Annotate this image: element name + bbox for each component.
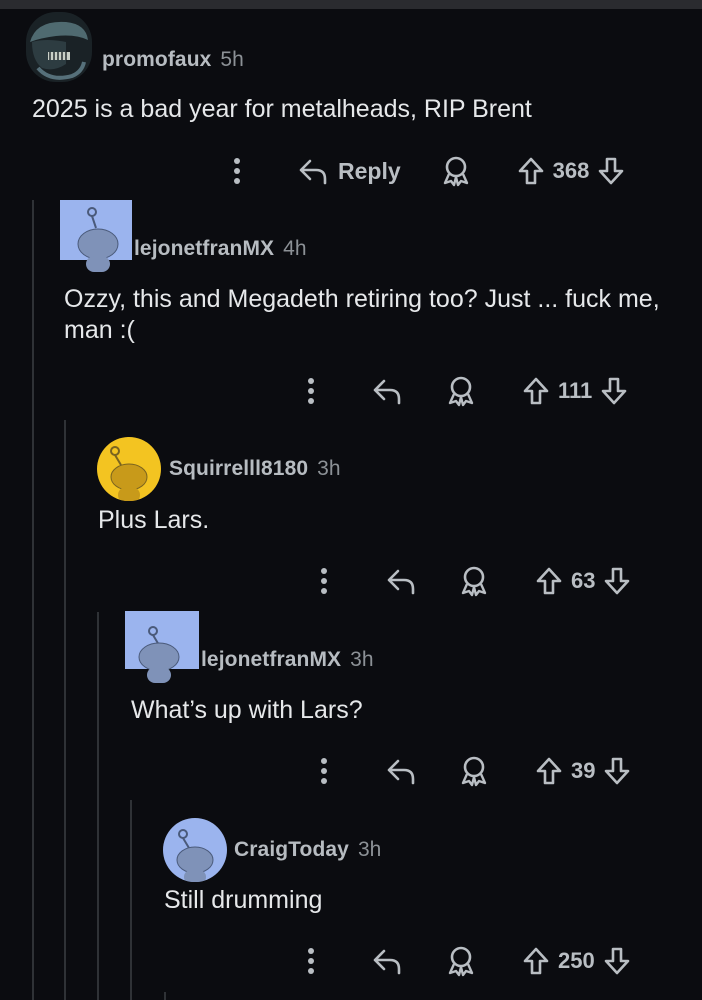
more-vertical-icon bbox=[321, 758, 327, 784]
reply-button[interactable] bbox=[372, 947, 402, 975]
vote-score: 111 bbox=[558, 378, 593, 403]
upvote-arrow-icon bbox=[536, 567, 562, 595]
reply-button[interactable] bbox=[372, 377, 402, 405]
timestamp: 3h bbox=[317, 457, 341, 480]
comment-actions: 250 bbox=[296, 939, 631, 983]
username[interactable]: promofaux bbox=[102, 48, 211, 72]
reply-arrow-icon bbox=[387, 759, 415, 785]
alien-avatar-icon[interactable] bbox=[26, 12, 92, 82]
more-vertical-icon bbox=[234, 158, 240, 184]
downvote-button[interactable] bbox=[600, 376, 628, 406]
more-options-button[interactable] bbox=[296, 947, 326, 975]
upvote-button[interactable] bbox=[535, 756, 563, 786]
upvote-arrow-icon bbox=[536, 757, 562, 785]
snoo-avatar-icon[interactable] bbox=[60, 200, 132, 272]
reply-arrow-icon bbox=[373, 949, 401, 975]
downvote-arrow-icon bbox=[599, 157, 624, 185]
more-options-button[interactable] bbox=[296, 377, 326, 405]
award-button[interactable] bbox=[459, 755, 489, 787]
award-button[interactable] bbox=[446, 375, 476, 407]
thread-line-4[interactable] bbox=[130, 800, 132, 1000]
username[interactable]: lejonetfranMX bbox=[201, 648, 341, 672]
snoo-avatar-icon[interactable] bbox=[125, 611, 199, 683]
downvote-button[interactable] bbox=[597, 156, 625, 186]
comment-actions: 39 bbox=[309, 749, 631, 793]
status-bar-edge bbox=[0, 0, 702, 9]
award-button[interactable] bbox=[459, 565, 489, 597]
comment-body: Ozzy, this and Megadeth retiring too? Ju… bbox=[64, 285, 660, 344]
more-options-button[interactable] bbox=[222, 157, 252, 185]
reply-button[interactable] bbox=[386, 757, 416, 785]
more-vertical-icon bbox=[308, 948, 314, 974]
vote-score: 250 bbox=[558, 948, 595, 973]
comment-header: promofaux 5h bbox=[102, 40, 244, 80]
timestamp: 4h bbox=[283, 237, 307, 260]
downvote-arrow-icon bbox=[604, 947, 630, 975]
comment-body: 2025 is a bad year for metalheads, RIP B… bbox=[32, 95, 532, 123]
username[interactable]: lejonetfranMX bbox=[134, 237, 274, 261]
vote-score: 63 bbox=[571, 568, 596, 593]
comment-header: CraigToday 3h bbox=[234, 830, 381, 870]
comment-actions: 63 bbox=[309, 559, 631, 603]
award-icon bbox=[448, 946, 474, 977]
vote-score: 368 bbox=[552, 158, 590, 183]
more-vertical-icon bbox=[321, 568, 327, 594]
comment-body: Still drumming bbox=[164, 886, 323, 914]
comment-header: Squirrelll8180 3h bbox=[169, 449, 341, 489]
comment-header: lejonetfranMX 3h bbox=[201, 640, 374, 680]
upvote-button[interactable] bbox=[522, 946, 550, 976]
reply-button[interactable] bbox=[386, 567, 416, 595]
comment-body: Plus Lars. bbox=[98, 506, 210, 534]
upvote-arrow-icon bbox=[523, 947, 549, 975]
snoo-avatar-icon[interactable] bbox=[97, 437, 161, 501]
vote-score: 39 bbox=[571, 758, 596, 783]
downvote-button[interactable] bbox=[603, 566, 631, 596]
upvote-arrow-icon bbox=[523, 377, 549, 405]
downvote-arrow-icon bbox=[605, 567, 630, 595]
thread-line-5[interactable] bbox=[164, 992, 166, 1000]
reply-arrow-icon bbox=[299, 159, 327, 185]
reply-label: Reply bbox=[338, 157, 401, 184]
award-button[interactable] bbox=[446, 945, 476, 977]
award-icon bbox=[461, 566, 487, 597]
upvote-arrow-icon bbox=[518, 157, 543, 185]
award-button[interactable] bbox=[441, 155, 471, 187]
reply-arrow-icon bbox=[373, 379, 401, 405]
more-options-button[interactable] bbox=[309, 567, 339, 595]
thread-line-2[interactable] bbox=[64, 420, 66, 1000]
award-icon bbox=[443, 156, 468, 187]
downvote-arrow-icon bbox=[605, 757, 630, 785]
downvote-arrow-icon bbox=[601, 377, 627, 405]
snoo-avatar-icon[interactable] bbox=[163, 818, 227, 882]
timestamp: 5h bbox=[220, 48, 244, 71]
upvote-button[interactable] bbox=[522, 376, 550, 406]
reply-arrow-icon bbox=[387, 569, 415, 595]
reply-button[interactable]: Reply bbox=[298, 157, 401, 185]
comment-body: What’s up with Lars? bbox=[131, 696, 363, 724]
downvote-button[interactable] bbox=[603, 756, 631, 786]
thread-line-1[interactable] bbox=[32, 200, 34, 1000]
comment-header: lejonetfranMX 4h bbox=[134, 229, 307, 269]
thread-line-3[interactable] bbox=[97, 612, 99, 1000]
more-vertical-icon bbox=[308, 378, 314, 404]
more-options-button[interactable] bbox=[309, 757, 339, 785]
comment-actions: 111 bbox=[296, 369, 628, 413]
downvote-button[interactable] bbox=[603, 946, 631, 976]
comment-actions: Reply 368 bbox=[222, 149, 625, 193]
username[interactable]: CraigToday bbox=[234, 838, 349, 862]
timestamp: 3h bbox=[357, 838, 382, 861]
timestamp: 3h bbox=[350, 648, 374, 671]
award-icon bbox=[448, 376, 474, 407]
upvote-button[interactable] bbox=[517, 156, 545, 186]
award-icon bbox=[461, 756, 487, 787]
username[interactable]: Squirrelll8180 bbox=[169, 457, 308, 481]
upvote-button[interactable] bbox=[535, 566, 563, 596]
